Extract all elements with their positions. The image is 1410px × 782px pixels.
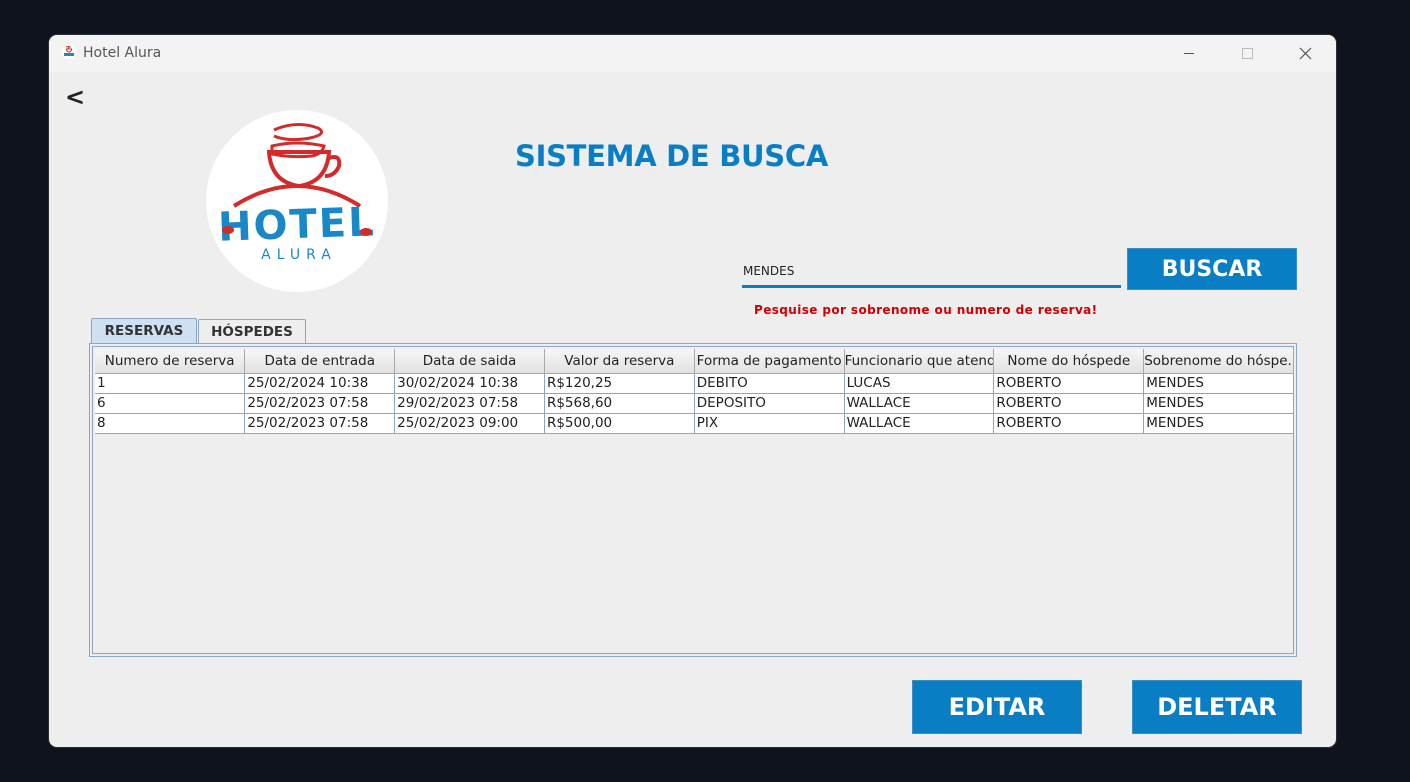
logo-text-main: HOTEL bbox=[217, 199, 376, 250]
table-cell[interactable]: WALLACE bbox=[844, 413, 995, 434]
table-cell[interactable]: LUCAS bbox=[844, 373, 995, 394]
column-header[interactable]: Sobrenome do hóspe... bbox=[1143, 349, 1294, 374]
table-cell[interactable]: 29/02/2023 07:58 bbox=[394, 393, 545, 414]
table-cell[interactable]: PIX bbox=[694, 413, 845, 434]
table-cell[interactable]: MENDES bbox=[1143, 413, 1294, 434]
table-cell[interactable]: 25/02/2023 07:58 bbox=[244, 413, 396, 434]
table-cell[interactable]: WALLACE bbox=[844, 393, 995, 414]
delete-button[interactable]: DELETAR bbox=[1132, 680, 1302, 734]
table-cell[interactable]: DEPOSITO bbox=[694, 393, 845, 414]
tab-reservas[interactable]: RESERVAS bbox=[91, 318, 197, 344]
table-cell[interactable]: DEBITO bbox=[694, 373, 845, 394]
page-title: SISTEMA DE BUSCA bbox=[515, 139, 828, 173]
title-bar: Hotel Alura bbox=[49, 35, 1336, 72]
column-header[interactable]: Numero de reserva bbox=[95, 349, 246, 374]
search-input[interactable] bbox=[742, 257, 1121, 288]
table-cell[interactable]: 1 bbox=[95, 373, 246, 394]
window-title: Hotel Alura bbox=[83, 45, 162, 61]
table-cell[interactable]: ROBERTO bbox=[993, 393, 1145, 414]
table-scroll-area: Numero de reserva Data de entrada Data d… bbox=[92, 346, 1294, 654]
table-row[interactable]: 6 25/02/2023 07:58 29/02/2023 07:58 R$56… bbox=[95, 393, 1294, 414]
table-cell[interactable]: 6 bbox=[95, 393, 246, 414]
back-button[interactable]: < bbox=[65, 83, 85, 111]
table-cell[interactable]: MENDES bbox=[1143, 373, 1294, 394]
maximize-icon[interactable] bbox=[1218, 35, 1276, 72]
reservations-table: Numero de reserva Data de entrada Data d… bbox=[95, 349, 1294, 434]
table-cell[interactable]: R$568,60 bbox=[544, 393, 695, 414]
table-row[interactable]: 8 25/02/2023 07:58 25/02/2023 09:00 R$50… bbox=[95, 413, 1294, 434]
app-window: Hotel Alura < HOTEL ALURA SISTEMA DE BUS… bbox=[49, 35, 1336, 747]
minimize-icon[interactable] bbox=[1160, 35, 1218, 72]
table-cell[interactable]: R$500,00 bbox=[544, 413, 695, 434]
column-header[interactable]: Nome do hóspede bbox=[993, 349, 1145, 374]
table-cell[interactable]: 25/02/2023 07:58 bbox=[244, 393, 396, 414]
close-icon[interactable] bbox=[1276, 35, 1334, 72]
column-header[interactable]: Funcionario que atend... bbox=[844, 349, 995, 374]
column-header[interactable]: Data de saida bbox=[394, 349, 545, 374]
tab-panel: Numero de reserva Data de entrada Data d… bbox=[89, 343, 1297, 657]
column-header[interactable]: Data de entrada bbox=[244, 349, 396, 374]
column-header[interactable]: Valor da reserva bbox=[544, 349, 695, 374]
edit-button[interactable]: EDITAR bbox=[912, 680, 1082, 734]
table-cell[interactable]: 30/02/2024 10:38 bbox=[394, 373, 545, 394]
column-header[interactable]: Forma de pagamento bbox=[694, 349, 845, 374]
table-cell[interactable]: 25/02/2023 09:00 bbox=[394, 413, 545, 434]
tab-hospedes[interactable]: HÓSPEDES bbox=[198, 319, 306, 344]
table-row[interactable]: 1 25/02/2024 10:38 30/02/2024 10:38 R$12… bbox=[95, 373, 1294, 394]
table-cell[interactable]: 25/02/2024 10:38 bbox=[244, 373, 396, 394]
search-hint: Pesquise por sobrenome ou numero de rese… bbox=[754, 303, 1098, 317]
table-cell[interactable]: R$120,25 bbox=[544, 373, 695, 394]
hotel-alura-logo: HOTEL ALURA bbox=[206, 110, 388, 292]
logo-text-sub: ALURA bbox=[261, 247, 337, 263]
hotel-app-icon bbox=[61, 44, 77, 60]
table-cell[interactable]: MENDES bbox=[1143, 393, 1294, 414]
search-button[interactable]: BUSCAR bbox=[1127, 248, 1297, 290]
table-cell[interactable]: 8 bbox=[95, 413, 246, 434]
table-cell[interactable]: ROBERTO bbox=[993, 413, 1145, 434]
table-header-row: Numero de reserva Data de entrada Data d… bbox=[95, 349, 1294, 374]
table-cell[interactable]: ROBERTO bbox=[993, 373, 1145, 394]
